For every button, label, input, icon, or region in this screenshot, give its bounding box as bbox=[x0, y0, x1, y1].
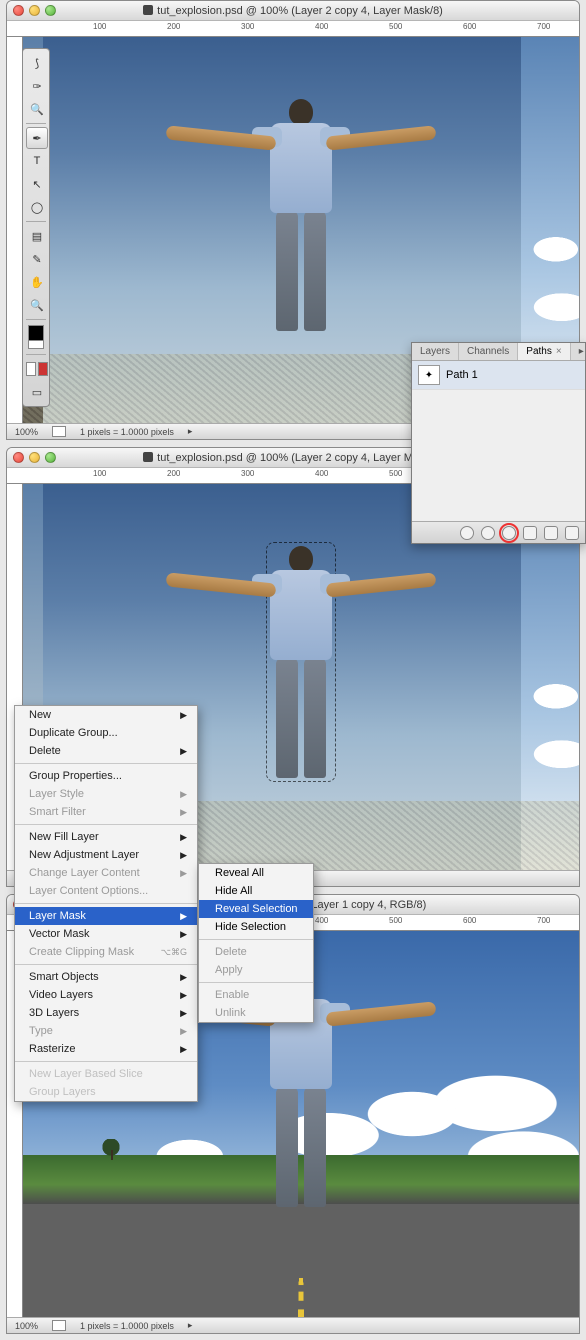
color-swatches[interactable] bbox=[26, 323, 46, 351]
status-menu-icon[interactable]: ▸ bbox=[188, 1320, 193, 1331]
layer-context-menu[interactable]: New▶Duplicate Group...Delete▶ Group Prope… bbox=[14, 705, 198, 1102]
quick-select-tool-icon[interactable]: ✑ bbox=[26, 75, 48, 97]
submenu-item: Unlink bbox=[199, 1004, 313, 1022]
window-title: tut_explosion.psd @ 100% (Layer 2 copy 4… bbox=[7, 5, 579, 17]
new-path-icon[interactable] bbox=[544, 526, 558, 540]
status-menu-icon[interactable]: ▸ bbox=[188, 426, 193, 437]
minimize-icon[interactable] bbox=[29, 452, 40, 463]
type-tool-icon[interactable]: T bbox=[26, 150, 48, 172]
menu-item: Type▶ bbox=[15, 1022, 197, 1040]
path-thumbnail-icon: ✦ bbox=[418, 365, 440, 385]
menu-item[interactable]: Vector Mask▶ bbox=[15, 925, 197, 943]
menu-item[interactable]: Duplicate Group... bbox=[15, 724, 197, 742]
menu-item[interactable]: New Adjustment Layer▶ bbox=[15, 846, 197, 864]
paths-panel[interactable]: Layers Channels Paths× ▸ ✦ Path 1 bbox=[411, 342, 586, 544]
stroke-path-icon[interactable] bbox=[481, 526, 495, 540]
magnify-tool-icon[interactable]: 🔍 bbox=[26, 98, 48, 120]
submenu-item: Enable bbox=[199, 986, 313, 1004]
proxy-preview-icon[interactable] bbox=[52, 1320, 66, 1331]
close-tab-icon[interactable]: × bbox=[556, 346, 562, 357]
make-work-path-icon[interactable] bbox=[523, 526, 537, 540]
path-name[interactable]: Path 1 bbox=[446, 369, 478, 381]
ellipse-tool-icon[interactable]: ◯ bbox=[26, 196, 48, 218]
titlebar-1[interactable]: tut_explosion.psd @ 100% (Layer 2 copy 4… bbox=[7, 1, 579, 21]
ruler-horizontal[interactable]: 100 200 300 400 500 600 700 bbox=[7, 21, 579, 37]
menu-item[interactable]: Group Properties... bbox=[15, 767, 197, 785]
submenu-item[interactable]: Reveal Selection bbox=[199, 900, 313, 918]
path-item[interactable]: ✦ Path 1 bbox=[412, 361, 585, 390]
zoom-level[interactable]: 100% bbox=[15, 427, 38, 437]
proxy-preview-icon[interactable] bbox=[52, 426, 66, 437]
status-bar: 100% 1 pixels = 1.0000 pixels ▸ bbox=[7, 1317, 579, 1333]
zoom-icon[interactable] bbox=[45, 452, 56, 463]
close-icon[interactable] bbox=[13, 452, 24, 463]
close-icon[interactable] bbox=[13, 5, 24, 16]
menu-item: Layer Content Options... bbox=[15, 882, 197, 900]
lasso-tool-icon[interactable]: ⟆ bbox=[26, 52, 48, 74]
notes-tool-icon[interactable]: ▤ bbox=[26, 225, 48, 247]
minimize-icon[interactable] bbox=[29, 5, 40, 16]
zoom-icon[interactable] bbox=[45, 5, 56, 16]
panel-footer bbox=[412, 521, 585, 543]
menu-item[interactable]: New▶ bbox=[15, 706, 197, 724]
tab-channels[interactable]: Channels bbox=[459, 343, 518, 360]
panel-menu-icon[interactable]: ▸ bbox=[571, 343, 586, 360]
pen-tool-icon[interactable]: ✒ bbox=[26, 127, 48, 149]
menu-item[interactable]: New Fill Layer▶ bbox=[15, 828, 197, 846]
menu-item[interactable]: Video Layers▶ bbox=[15, 986, 197, 1004]
ruler-vertical[interactable] bbox=[7, 37, 23, 423]
subject-person-selected bbox=[270, 546, 332, 778]
toolbox[interactable]: ⟆ ✑ 🔍 ✒ T ↖ ◯ ▤ ✎ ✋ 🔍 ▭ bbox=[22, 48, 50, 407]
delete-path-icon[interactable] bbox=[565, 526, 579, 540]
menu-item: Smart Filter▶ bbox=[15, 803, 197, 821]
layer-mask-submenu[interactable]: Reveal AllHide AllReveal SelectionHide S… bbox=[198, 863, 314, 1023]
menu-item: Create Clipping Mask⌥⌘G bbox=[15, 943, 197, 961]
menu-item[interactable]: Rasterize▶ bbox=[15, 1040, 197, 1058]
hand-tool-icon[interactable]: ✋ bbox=[26, 271, 48, 293]
submenu-item[interactable]: Hide All bbox=[199, 882, 313, 900]
submenu-item: Apply bbox=[199, 961, 313, 979]
menu-item[interactable]: Smart Objects▶ bbox=[15, 968, 197, 986]
menu-item: Change Layer Content▶ bbox=[15, 864, 197, 882]
fill-path-icon[interactable] bbox=[460, 526, 474, 540]
submenu-item[interactable]: Reveal All bbox=[199, 864, 313, 882]
menu-item[interactable]: 3D Layers▶ bbox=[15, 1004, 197, 1022]
tab-layers[interactable]: Layers bbox=[412, 343, 459, 360]
tab-paths[interactable]: Paths× bbox=[518, 343, 570, 360]
zoom-level[interactable]: 100% bbox=[15, 1321, 38, 1331]
menu-item[interactable]: Group Layers bbox=[15, 1083, 197, 1101]
status-units: 1 pixels = 1.0000 pixels bbox=[80, 427, 174, 437]
submenu-item: Delete bbox=[199, 943, 313, 961]
screen-mode-icon[interactable]: ▭ bbox=[26, 381, 48, 403]
status-units: 1 pixels = 1.0000 pixels bbox=[80, 1321, 174, 1331]
menu-item[interactable]: Delete▶ bbox=[15, 742, 197, 760]
eyedropper-tool-icon[interactable]: ✎ bbox=[26, 248, 48, 270]
quick-mask-icon[interactable] bbox=[26, 358, 48, 380]
subject-person bbox=[270, 99, 332, 331]
menu-item[interactable]: New Layer Based Slice bbox=[15, 1065, 197, 1083]
menu-item[interactable]: Layer Mask▶ bbox=[15, 907, 197, 925]
zoom-tool-icon[interactable]: 🔍 bbox=[26, 294, 48, 316]
load-path-as-selection-icon[interactable] bbox=[502, 526, 516, 540]
menu-item: Layer Style▶ bbox=[15, 785, 197, 803]
submenu-item[interactable]: Hide Selection bbox=[199, 918, 313, 936]
path-select-tool-icon[interactable]: ↖ bbox=[26, 173, 48, 195]
